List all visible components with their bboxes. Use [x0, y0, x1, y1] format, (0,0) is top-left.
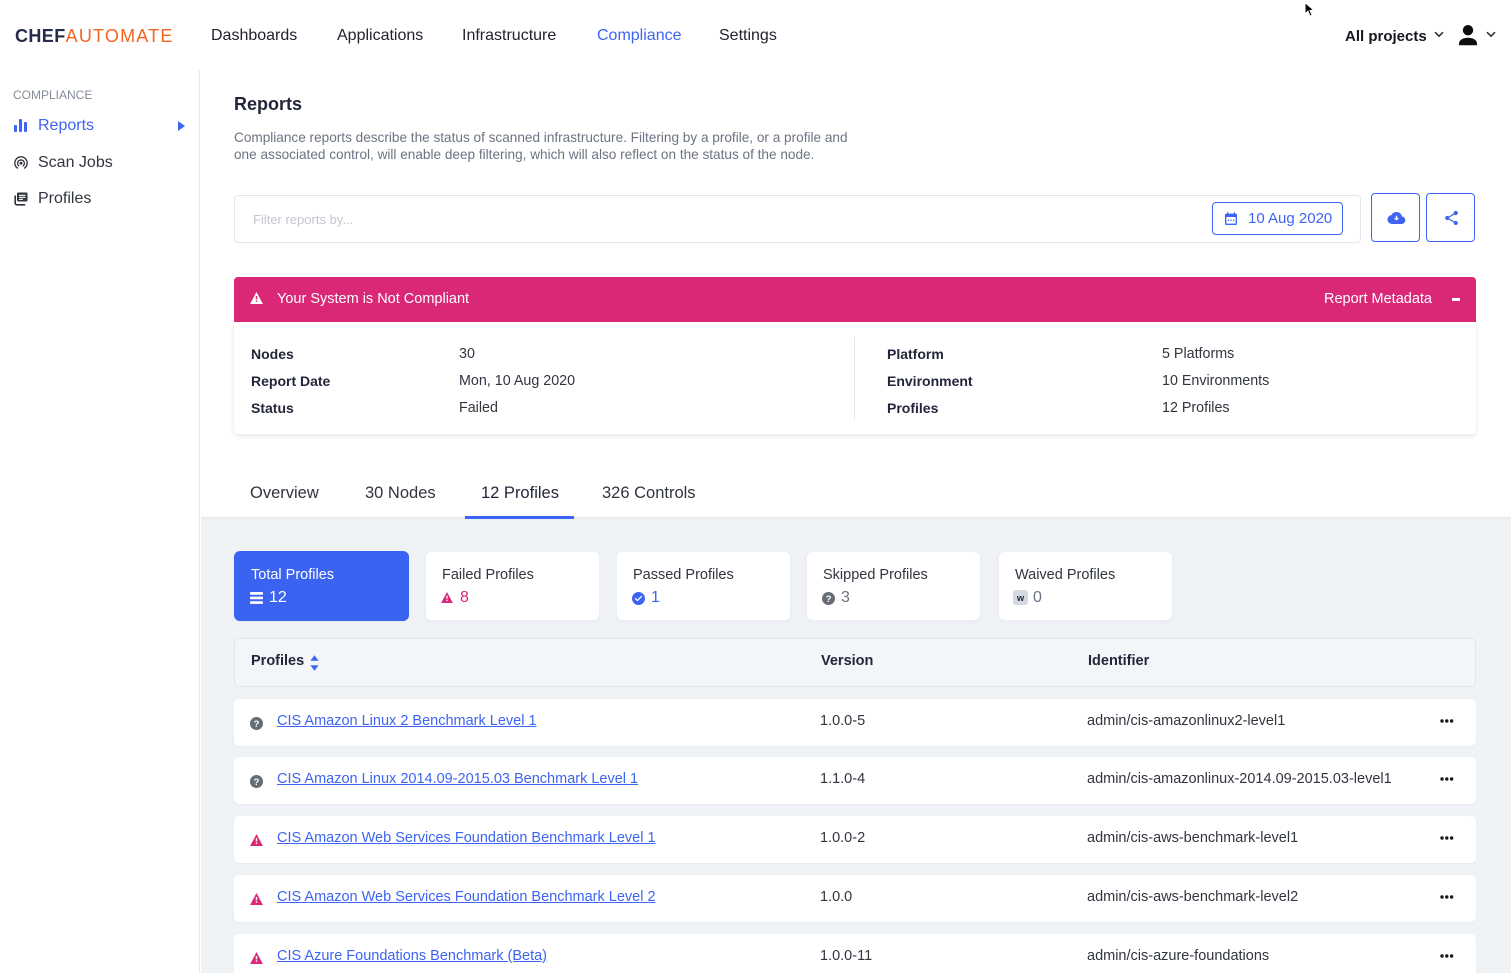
svg-text:?: ?: [254, 719, 260, 730]
svg-text:?: ?: [826, 594, 832, 605]
svg-text:?: ?: [254, 777, 260, 788]
svg-text:w: w: [1016, 593, 1025, 603]
